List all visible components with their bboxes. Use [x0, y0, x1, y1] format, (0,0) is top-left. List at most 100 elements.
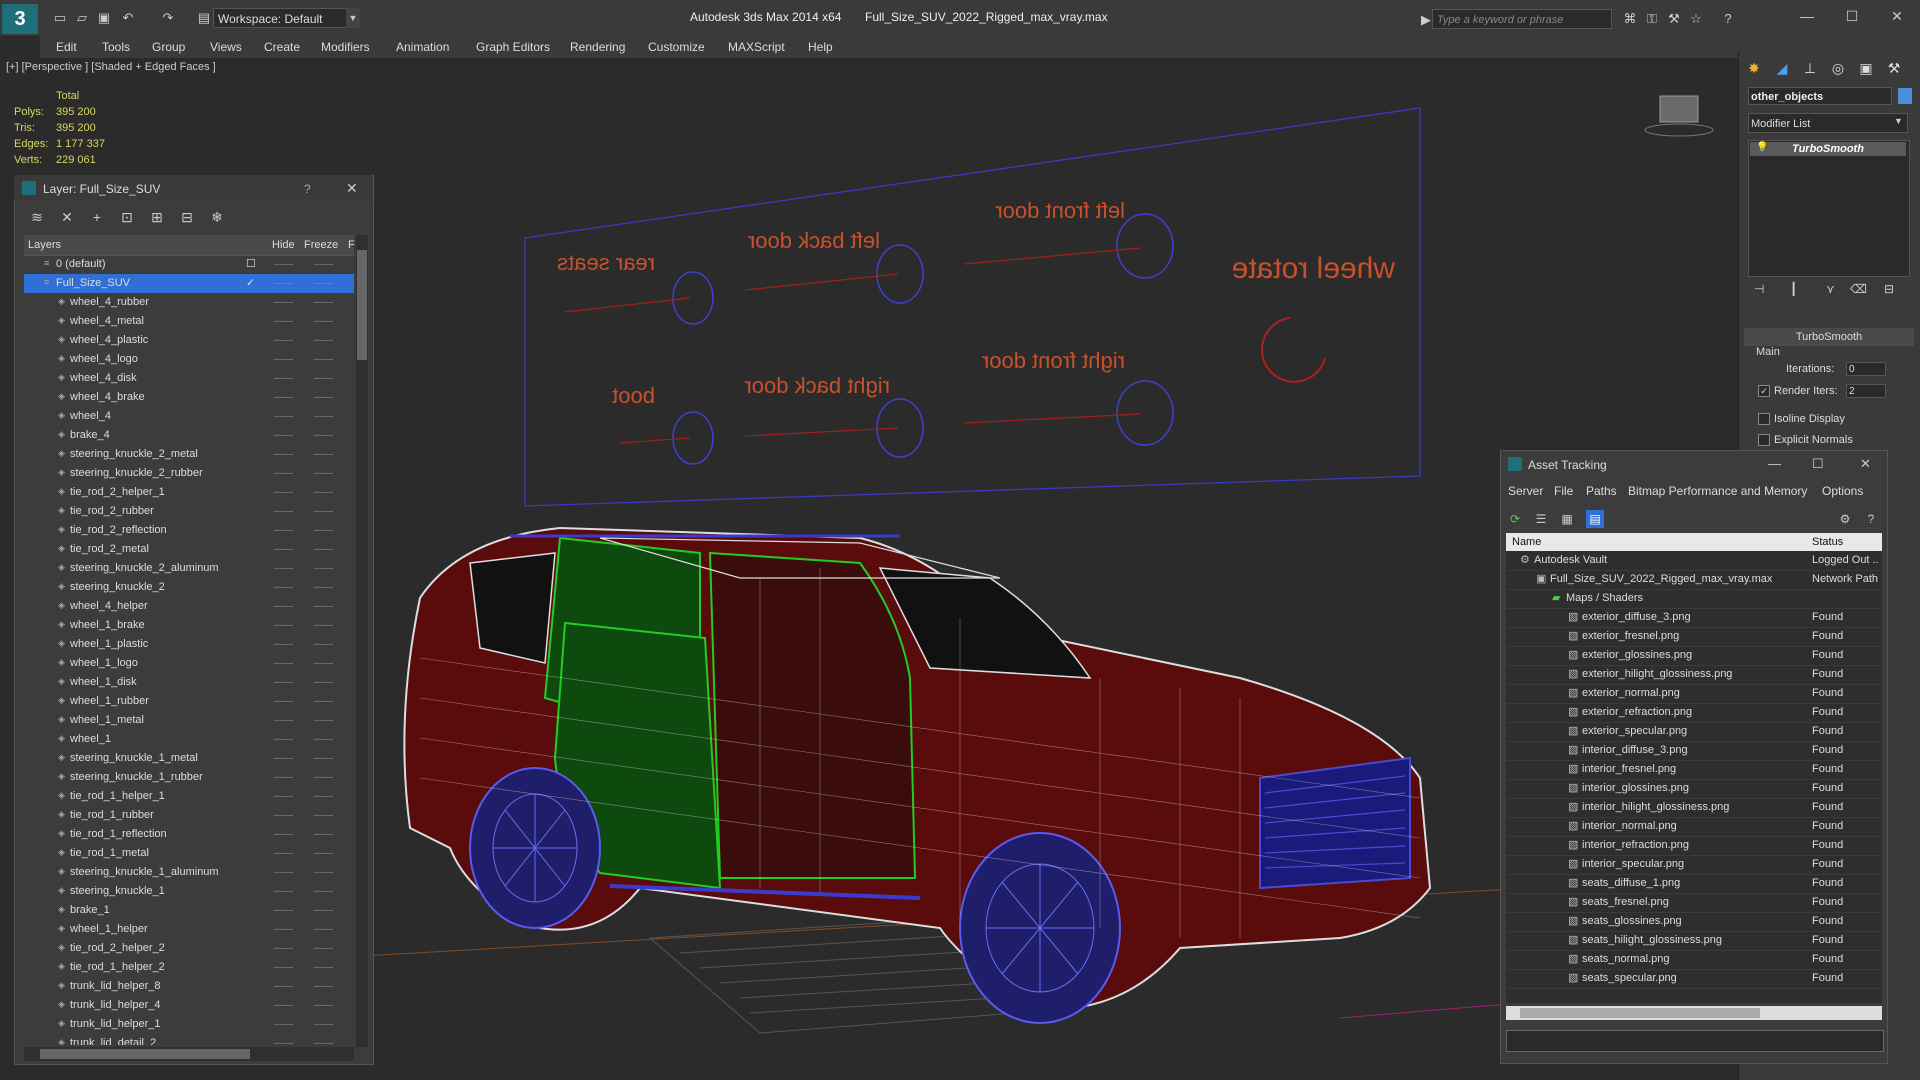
freeze-toggle[interactable]: ─── [314, 278, 333, 288]
asset-maximize-icon[interactable]: ☐ [1812, 456, 1824, 472]
freeze-toggle[interactable]: ─── [314, 867, 333, 877]
layer-row[interactable]: ◈ wheel_1_plastic ─── ─── [24, 635, 354, 654]
open-file-icon[interactable]: ▱ [74, 10, 90, 26]
help-icon[interactable]: ? [1720, 11, 1736, 27]
hide-toggle[interactable]: ─── [274, 563, 293, 573]
hide-toggle[interactable]: ─── [274, 354, 293, 364]
table-view-icon[interactable]: ▤ [1586, 510, 1604, 528]
hide-toggle[interactable]: ─── [274, 411, 293, 421]
hide-toggle[interactable]: ─── [274, 1000, 293, 1010]
freeze-toggle[interactable]: ─── [314, 924, 333, 934]
freeze-toggle[interactable]: ─── [314, 658, 333, 668]
layer-row[interactable]: ◈ wheel_1_helper ─── ─── [24, 920, 354, 939]
chevron-down-icon[interactable]: ▼ [1894, 116, 1903, 126]
lightbulb-icon[interactable]: 💡 [1756, 142, 1768, 153]
refresh-icon[interactable]: ⟳ [1506, 510, 1524, 528]
asset-row[interactable]: ▧ interior_specular.png Found [1506, 855, 1882, 875]
freeze-toggle[interactable]: ─── [314, 506, 333, 516]
layer-row[interactable]: ◈ wheel_1_metal ─── ─── [24, 711, 354, 730]
asset-row[interactable]: ▧ interior_refraction.png Found [1506, 836, 1882, 856]
asset-row[interactable]: ⚙ Autodesk Vault Logged Out .. [1506, 551, 1882, 571]
hide-toggle[interactable]: ─── [274, 924, 293, 934]
freeze-toggle[interactable]: ─── [314, 354, 333, 364]
asset-row[interactable]: ▧ seats_glossines.png Found [1506, 912, 1882, 932]
freeze-toggle[interactable]: ─── [314, 696, 333, 706]
layer-scroll-thumb[interactable] [357, 250, 367, 360]
layer-row[interactable]: ≡ Full_Size_SUV ─── ─── ✓ [24, 274, 354, 293]
layer-row[interactable]: ◈ wheel_1_brake ─── ─── [24, 616, 354, 635]
layer-row[interactable]: ◈ wheel_1_rubber ─── ─── [24, 692, 354, 711]
menu-help[interactable]: Help [808, 40, 833, 54]
freeze-toggle[interactable]: ─── [314, 487, 333, 497]
hide-toggle[interactable]: ─── [274, 1038, 293, 1045]
freeze-toggle[interactable]: ─── [314, 1019, 333, 1029]
motion-tab-icon[interactable]: ◎ [1826, 58, 1850, 78]
layer-row[interactable]: ◈ tie_rod_2_helper_2 ─── ─── [24, 939, 354, 958]
freeze-toggle[interactable]: ─── [314, 449, 333, 459]
asset-row[interactable]: ▧ interior_fresnel.png Found [1506, 760, 1882, 780]
asset-row[interactable]: ▧ seats_diffuse_1.png Found [1506, 874, 1882, 894]
freeze-toggle[interactable]: ─── [314, 715, 333, 725]
hide-toggle[interactable]: ─── [274, 658, 293, 668]
layer-highlight-icon[interactable]: ⊞ [148, 208, 166, 226]
hide-toggle[interactable]: ─── [274, 639, 293, 649]
col-extra[interactable]: F [348, 239, 355, 251]
hide-toggle[interactable]: ─── [274, 373, 293, 383]
menu-tools[interactable]: Tools [102, 40, 130, 54]
hide-toggle[interactable]: ─── [274, 886, 293, 896]
layer-row[interactable]: ◈ wheel_4_disk ─── ─── [24, 369, 354, 388]
col-freeze[interactable]: Freeze [304, 239, 338, 251]
layer-row[interactable]: ◈ tie_rod_2_helper_1 ─── ─── [24, 483, 354, 502]
freeze-toggle[interactable]: ─── [314, 791, 333, 801]
layer-row[interactable]: ◈ trunk_lid_helper_8 ─── ─── [24, 977, 354, 996]
menu-rendering[interactable]: Rendering [570, 40, 625, 54]
undo-icon[interactable]: ↶ [120, 10, 136, 26]
hide-toggle[interactable]: ─── [274, 506, 293, 516]
layer-freeze-all-icon[interactable]: ❄ [208, 208, 226, 226]
display-tab-icon[interactable]: ▣ [1854, 58, 1878, 78]
freeze-toggle[interactable]: ─── [314, 677, 333, 687]
hierarchy-tab-icon[interactable]: ⊥ [1798, 58, 1822, 78]
hide-toggle[interactable]: ─── [274, 867, 293, 877]
layer-row[interactable]: ◈ wheel_4_logo ─── ─── [24, 350, 354, 369]
close-icon[interactable]: ✕ [1882, 6, 1912, 26]
asset-row[interactable]: ▰ Maps / Shaders [1506, 589, 1882, 609]
menu-graph-editors[interactable]: Graph Editors [476, 40, 550, 54]
menu-views[interactable]: Views [210, 40, 242, 54]
modifier-stack-item[interactable]: TurboSmooth [1750, 142, 1906, 156]
project-folder-icon[interactable]: ▤ [196, 10, 212, 26]
modifier-list-dropdown[interactable]: Modifier List [1748, 113, 1908, 133]
utilities-tab-icon[interactable]: ⚒ [1882, 58, 1906, 78]
render-iters-spinner[interactable]: 2 [1846, 384, 1886, 398]
freeze-toggle[interactable]: ─── [314, 430, 333, 440]
hide-toggle[interactable]: ─── [274, 810, 293, 820]
freeze-toggle[interactable]: ─── [314, 962, 333, 972]
freeze-toggle[interactable]: ─── [314, 525, 333, 535]
asset-row[interactable]: ▧ exterior_fresnel.png Found [1506, 627, 1882, 647]
layer-row[interactable]: ◈ wheel_4_rubber ─── ─── [24, 293, 354, 312]
hide-toggle[interactable]: ─── [274, 297, 293, 307]
asset-row[interactable]: ▧ interior_glossines.png Found [1506, 779, 1882, 799]
current-layer-check-icon[interactable]: ✓ [246, 276, 255, 289]
app-logo-icon[interactable]: 3 [2, 4, 38, 34]
hide-toggle[interactable]: ─── [274, 601, 293, 611]
layer-row[interactable]: ◈ wheel_4_metal ─── ─── [24, 312, 354, 331]
minimize-icon[interactable]: — [1792, 6, 1822, 26]
object-name-field[interactable]: other_objects [1748, 87, 1892, 105]
layer-row[interactable]: ◈ tie_rod_1_reflection ─── ─── [24, 825, 354, 844]
freeze-toggle[interactable]: ─── [314, 829, 333, 839]
key-icon[interactable]: ⚿ [1644, 11, 1660, 27]
menu-customize[interactable]: Customize [648, 40, 705, 54]
menu-maxscript[interactable]: MAXScript [728, 40, 785, 54]
exchange-icon[interactable]: ⚒ [1666, 11, 1682, 27]
hide-toggle[interactable]: ─── [274, 734, 293, 744]
hide-toggle[interactable]: ─── [274, 848, 293, 858]
asset-path-field[interactable] [1506, 1030, 1884, 1052]
hide-toggle[interactable]: ─── [274, 753, 293, 763]
layer-row[interactable]: ◈ wheel_4 ─── ─── [24, 407, 354, 426]
hide-toggle[interactable]: ─── [274, 791, 293, 801]
layer-delete-icon[interactable]: ✕ [58, 208, 76, 226]
asset-col-status[interactable]: Status [1812, 536, 1843, 548]
layer-row[interactable]: ◈ tie_rod_1_rubber ─── ─── [24, 806, 354, 825]
layer-row[interactable]: ◈ steering_knuckle_2_aluminum ─── ─── [24, 559, 354, 578]
